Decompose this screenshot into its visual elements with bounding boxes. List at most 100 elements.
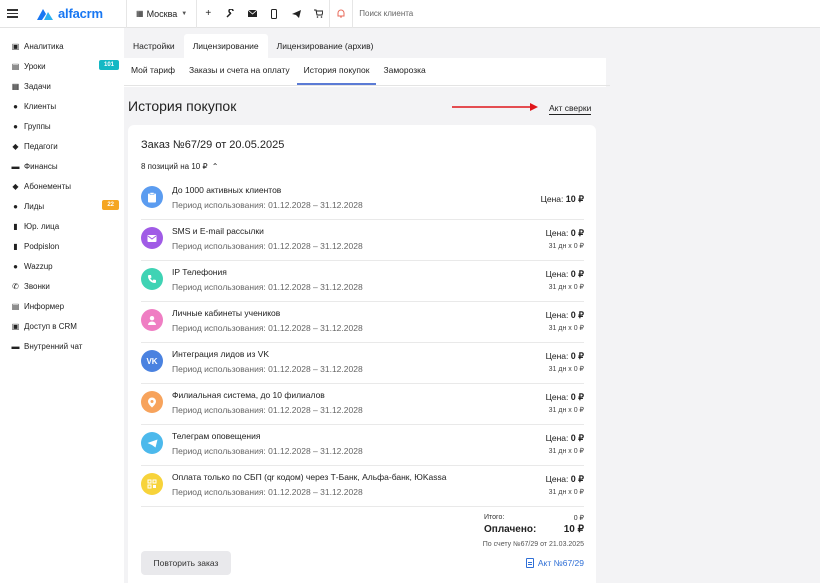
act-document-label: Акт №67/29 bbox=[537, 558, 584, 568]
tab-settings[interactable]: Настройки bbox=[124, 34, 184, 58]
item-days: 31 дн x 0 ₽ bbox=[548, 325, 584, 332]
logo[interactable]: alfacrm bbox=[36, 6, 126, 21]
item-name: IP Телефония bbox=[172, 267, 227, 277]
tab-licensing[interactable]: Лицензирование bbox=[183, 34, 268, 58]
tag-icon: ◆ bbox=[12, 181, 19, 191]
tab-licensing-archive[interactable]: Лицензирование (архив) bbox=[268, 34, 383, 58]
logo-icon bbox=[37, 8, 53, 20]
price-label: Цена: bbox=[540, 194, 564, 204]
item-price: Цена: 0 ₽ bbox=[546, 351, 584, 362]
telegram-icon[interactable] bbox=[285, 0, 307, 28]
branch-icon bbox=[141, 391, 163, 413]
sidebar-item-label: Педагоги bbox=[24, 141, 58, 151]
mail-icon[interactable] bbox=[241, 0, 263, 28]
logo-text: alfacrm bbox=[58, 6, 103, 21]
phone-icon[interactable] bbox=[263, 0, 285, 28]
sidebar-item-calls[interactable]: ✆ Звонки bbox=[0, 276, 124, 296]
sidebar-item-label: Юр. лица bbox=[24, 221, 60, 231]
sidebar-item-label: Финансы bbox=[24, 161, 58, 171]
tab-orders-invoices[interactable]: Заказы и счета на оплату bbox=[182, 57, 297, 85]
tab-purchase-history[interactable]: История покупок bbox=[296, 57, 377, 85]
wrench-icon[interactable] bbox=[219, 0, 241, 28]
bell-icon[interactable] bbox=[330, 0, 352, 28]
price-value: 0 ₽ bbox=[570, 474, 584, 484]
chat-icon: ▬ bbox=[11, 341, 20, 351]
clipboard-icon bbox=[141, 186, 163, 208]
tab-my-tariff[interactable]: Мой тариф bbox=[124, 57, 182, 85]
city-select[interactable]: ▦ Москва ▼ bbox=[127, 0, 196, 28]
page-title: История покупок bbox=[128, 98, 237, 114]
sidebar-item-label: Клиенты bbox=[24, 101, 57, 111]
sidebar-item-finance[interactable]: ▬ Финансы bbox=[0, 156, 124, 176]
item-price: Цена: 0 ₽ bbox=[546, 310, 584, 321]
licensing-subtabs: Мой тариф Заказы и счета на оплату Истор… bbox=[124, 58, 610, 86]
sidebar-item-subscriptions[interactable]: ◆ Абонементы bbox=[0, 176, 124, 196]
order-card: Заказ №67/29 от 20.05.2025 8 позиций на … bbox=[128, 125, 596, 583]
price-label: Цена: bbox=[545, 433, 569, 443]
menu-icon[interactable] bbox=[0, 0, 24, 28]
item-name: Оплата только по СБП (qr кодом) через Т-… bbox=[172, 472, 447, 482]
phone-icon bbox=[141, 268, 163, 290]
sidebar-item-internal-chat[interactable]: ▬ Внутренний чат bbox=[0, 336, 124, 356]
item-period: Период использования: 01.12.2028 – 31.12… bbox=[172, 323, 363, 333]
order-item-row: Оплата только по СБП (qr кодом) через Т-… bbox=[141, 466, 584, 507]
item-name: SMS и E-mail рассылки bbox=[172, 226, 264, 236]
paid-value: 10 ₽ bbox=[563, 524, 584, 535]
price-value: 0 ₽ bbox=[570, 351, 584, 361]
order-number: Заказ №67/29 bbox=[141, 139, 213, 151]
positions-toggle[interactable]: 8 позиций на 10 ₽ ⌃ bbox=[141, 162, 218, 171]
total-line: Итого: 0 ₽ bbox=[384, 514, 584, 524]
item-name: Интеграция лидов из VK bbox=[172, 349, 270, 359]
price-label: Цена: bbox=[545, 474, 569, 484]
total-label: Итого: bbox=[484, 514, 505, 521]
search-input[interactable]: Поиск клиента bbox=[359, 9, 413, 18]
tab-freeze[interactable]: Заморозка bbox=[376, 57, 432, 85]
price-value: 0 ₽ bbox=[570, 269, 584, 279]
sidebar-item-groups[interactable]: ● Группы bbox=[0, 116, 124, 136]
telegram-icon bbox=[141, 432, 163, 454]
top-bar: alfacrm ▦ Москва ▼ + Поиск клиента bbox=[0, 0, 820, 28]
document-icon bbox=[525, 558, 534, 568]
lock-icon: ▣ bbox=[11, 321, 20, 331]
item-name: До 1000 активных клиентов bbox=[172, 185, 282, 195]
order-item-row: До 1000 активных клиентов Период использ… bbox=[141, 179, 584, 220]
group-icon: ● bbox=[13, 121, 18, 131]
item-period: Период использования: 01.12.2028 – 31.12… bbox=[172, 282, 363, 292]
chevron-down-icon: ▼ bbox=[181, 10, 188, 17]
sidebar-item-leads[interactable]: ● Лиды 22 bbox=[0, 196, 124, 216]
repeat-order-button[interactable]: Повторить заказ bbox=[141, 551, 231, 575]
price-label: Цена: bbox=[545, 269, 569, 279]
sidebar-item-wazzup[interactable]: ● Wazzup bbox=[0, 256, 124, 276]
user-icon: ● bbox=[13, 101, 18, 111]
reconciliation-act-link[interactable]: Акт сверки bbox=[549, 103, 592, 115]
sidebar-item-legal-entities[interactable]: ▮ Юр. лица bbox=[0, 216, 124, 236]
phone-icon: ✆ bbox=[12, 281, 19, 291]
sidebar-item-teachers[interactable]: ◆ Педагоги bbox=[0, 136, 124, 156]
sidebar-item-tasks[interactable]: ▦ Задачи bbox=[0, 76, 124, 96]
paid-line: Оплачено: 10 ₽ bbox=[384, 524, 584, 538]
positions-label: 8 позиций на 10 ₽ bbox=[141, 162, 208, 171]
red-arrow-annotation bbox=[452, 103, 538, 111]
briefcase-icon: ▣ bbox=[11, 41, 20, 51]
act-document-link[interactable]: Акт №67/29 bbox=[525, 558, 584, 568]
sidebar-item-label: Информер bbox=[24, 301, 65, 311]
sidebar-item-analytics[interactable]: ▣ Аналитика bbox=[0, 36, 124, 56]
sidebar-item-crm-access[interactable]: ▣ Доступ в CRM bbox=[0, 316, 124, 336]
item-period: Период использования: 01.12.2028 – 31.12… bbox=[172, 446, 363, 456]
sidebar-item-informer[interactable]: ▤ Информер bbox=[0, 296, 124, 316]
mail-icon bbox=[141, 227, 163, 249]
total-value: 0 ₽ bbox=[573, 515, 584, 522]
qr-icon bbox=[141, 473, 163, 495]
plus-icon[interactable]: + bbox=[197, 0, 219, 28]
cart-icon[interactable] bbox=[307, 0, 329, 28]
sidebar-item-label: Wazzup bbox=[24, 261, 53, 271]
order-item-row: Филиальная система, до 10 филиалов Перио… bbox=[141, 384, 584, 425]
item-period: Период использования: 01.12.2028 – 31.12… bbox=[172, 364, 363, 374]
divider bbox=[352, 0, 354, 28]
sidebar-item-label: Задачи bbox=[24, 81, 51, 91]
sidebar-item-lessons[interactable]: ▤ Уроки 101 bbox=[0, 56, 124, 76]
sidebar-item-podpislon[interactable]: ▮ Podpislon bbox=[0, 236, 124, 256]
sidebar-item-clients[interactable]: ● Клиенты bbox=[0, 96, 124, 116]
price-value: 10 ₽ bbox=[565, 194, 584, 204]
item-name: Телеграм оповещения bbox=[172, 431, 261, 441]
